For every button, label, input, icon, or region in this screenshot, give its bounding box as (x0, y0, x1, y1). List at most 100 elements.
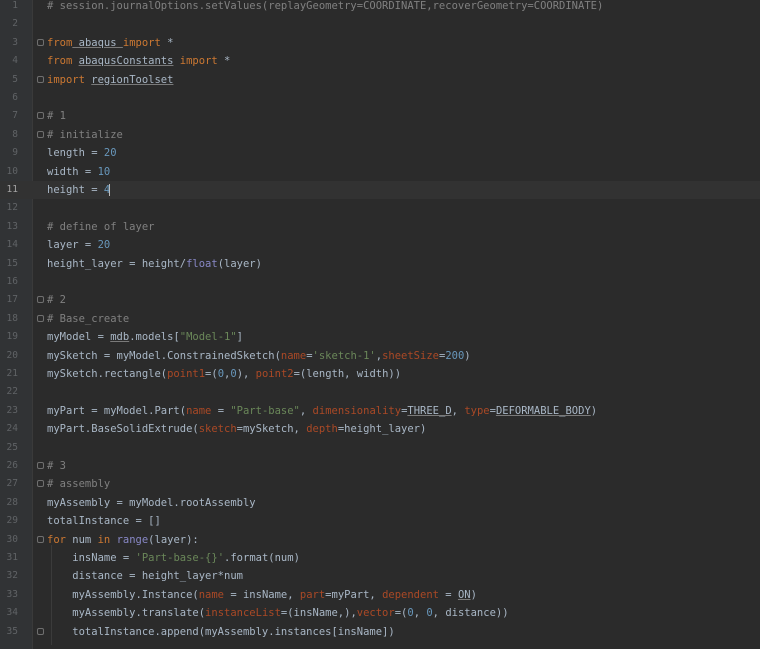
code-text: length = 20 (47, 144, 117, 162)
code-line[interactable]: 12 (0, 199, 760, 217)
code-line[interactable]: 33 myAssembly.Instance(name = insName, p… (0, 586, 760, 604)
fold-marker-icon[interactable] (37, 627, 44, 635)
code-line[interactable]: 24 myPart.BaseSolidExtrude(sketch=mySketc… (0, 420, 760, 438)
code-token: name (198, 588, 225, 601)
code-token: myModel = (47, 331, 111, 344)
line-number: 33 (6, 588, 18, 600)
code-line[interactable]: 4 from abaqusConstants import * (0, 52, 760, 70)
code-token: point1 (167, 368, 206, 380)
code-line[interactable]: 17 # 2 (0, 291, 760, 309)
code-line[interactable]: 25 (0, 439, 760, 457)
code-line[interactable]: 26 # 3 (0, 457, 760, 475)
code-token: height_layer = height/ (47, 257, 187, 270)
line-number: 27 (6, 478, 18, 490)
code-token: , (299, 404, 313, 417)
fold-marker-icon[interactable] (37, 75, 44, 83)
code-line[interactable]: 9 length = 20 (0, 144, 760, 162)
code-token: abaqusConstants (78, 55, 174, 68)
code-line[interactable]: 30 for num in range(layer): (0, 531, 760, 549)
code-line[interactable]: 7 # 1 (0, 107, 760, 125)
code-token: layer = (47, 239, 98, 252)
code-line[interactable]: 5 import regionToolset (0, 71, 760, 89)
code-token: distance = height_layer*num (47, 570, 243, 583)
code-line[interactable]: 35 totalInstance.append(myAssembly.insta… (0, 623, 760, 641)
code-token: name (186, 404, 212, 417)
fold-marker-icon[interactable] (37, 296, 44, 304)
code-text: mySketch = myModel.ConstrainedSketch(nam… (47, 347, 471, 365)
code-line[interactable]: 32 distance = height_layer*num (0, 567, 760, 585)
code-line[interactable]: 13 # define of layer (0, 218, 760, 236)
fold-marker-icon[interactable] (37, 38, 44, 46)
line-number: 35 (6, 625, 18, 637)
code-text: # initialize (47, 126, 123, 144)
code-token: type (464, 404, 490, 417)
code-line[interactable]: 14 layer = 20 (0, 236, 760, 254)
code-line[interactable]: 16 (0, 273, 760, 291)
line-number: 12 (6, 202, 18, 214)
code-text: # session.journalOptions.setValues(repla… (47, 0, 603, 15)
fold-marker-icon[interactable] (37, 480, 44, 488)
code-line[interactable]: 27 # assembly (0, 475, 760, 493)
code-line[interactable]: 2 (0, 15, 760, 33)
code-line[interactable]: 1 # session.journalOptions.setValues(repl… (0, 0, 760, 15)
code-text: myAssembly.translate(instanceList=(insNa… (47, 604, 508, 622)
line-number: 18 (6, 312, 18, 324)
code-token: .models[ (129, 331, 180, 344)
code-line[interactable]: 8 # initialize (0, 126, 760, 144)
code-token: ) (464, 349, 471, 362)
code-text: height = 4 (47, 181, 111, 199)
fold-marker-icon[interactable] (37, 462, 44, 469)
line-number: 29 (6, 515, 18, 527)
code-editor[interactable]: 1 # session.journalOptions.setValues(repl… (0, 0, 760, 649)
code-token: # session.journalOptions.setValues(repla… (47, 0, 604, 12)
fold-marker-icon[interactable] (37, 535, 44, 543)
code-token: 20 (103, 147, 117, 160)
code-token: from (47, 55, 73, 68)
code-line[interactable]: 23 myPart = myModel.Part(name = "Part-bas… (0, 402, 760, 420)
code-line[interactable]: 11 height = 4 (0, 181, 760, 199)
code-line[interactable]: 21 mySketch.rectangle(point1=(0,0), point… (0, 365, 760, 383)
code-line[interactable]: 10 width = 10 (0, 163, 760, 181)
code-text: totalInstance = [] (47, 512, 161, 530)
code-text: # 3 (47, 457, 66, 475)
code-token: in (97, 533, 111, 546)
code-token: mySketch.rectangle( (47, 368, 168, 380)
code-text: myAssembly = myModel.rootAssembly (47, 494, 256, 512)
line-number: 10 (6, 165, 18, 177)
line-number: 24 (6, 423, 18, 435)
code-token: = insName, (224, 588, 300, 601)
code-token: =(length, width)) (293, 368, 402, 380)
code-token: height = (47, 184, 104, 196)
code-line[interactable]: 15 height_layer = height/float(layer) (0, 255, 760, 273)
code-line[interactable]: 18 # Base_create (0, 310, 760, 328)
line-number: 1 (12, 0, 18, 11)
code-token: for (47, 533, 66, 546)
code-token: =mySketch, (236, 423, 307, 436)
code-text: mySketch.rectangle(point1=(0,0), point2=… (47, 365, 401, 383)
line-number: 14 (6, 239, 18, 251)
code-line[interactable]: 22 (0, 383, 760, 401)
code-line[interactable]: 31 insName = 'Part-base-{}'.format(num) (0, 549, 760, 567)
code-token: # Base_create (47, 312, 130, 325)
code-token: depth (306, 423, 338, 436)
fold-marker-icon[interactable] (37, 314, 44, 322)
code-line[interactable]: 20 mySketch = myModel.ConstrainedSketch(n… (0, 347, 760, 365)
code-area[interactable]: 1 # session.journalOptions.setValues(repl… (0, 0, 760, 649)
code-token: import (122, 36, 161, 49)
fold-marker-icon[interactable] (37, 130, 44, 138)
code-line[interactable]: 6 (0, 89, 760, 107)
code-text: import regionToolset (47, 71, 173, 89)
code-text: height_layer = height/float(layer) (47, 255, 262, 273)
code-token: THREE_D (407, 404, 452, 417)
line-number: 15 (6, 257, 18, 269)
code-line[interactable]: 29 totalInstance = [] (0, 512, 760, 530)
code-text: # 2 (47, 291, 66, 309)
code-line[interactable]: 28 myAssembly = myModel.rootAssembly (0, 494, 760, 512)
code-text: myAssembly.Instance(name = insName, part… (47, 586, 477, 604)
code-token: from (47, 36, 73, 49)
fold-marker-icon[interactable] (37, 112, 44, 120)
code-token: , (451, 404, 465, 417)
code-line[interactable]: 34 myAssembly.translate(instanceList=(in… (0, 604, 760, 622)
code-line[interactable]: 3 from abaqus import * (0, 34, 760, 52)
code-line[interactable]: 19 myModel = mdb.models["Model-1"] (0, 328, 760, 346)
